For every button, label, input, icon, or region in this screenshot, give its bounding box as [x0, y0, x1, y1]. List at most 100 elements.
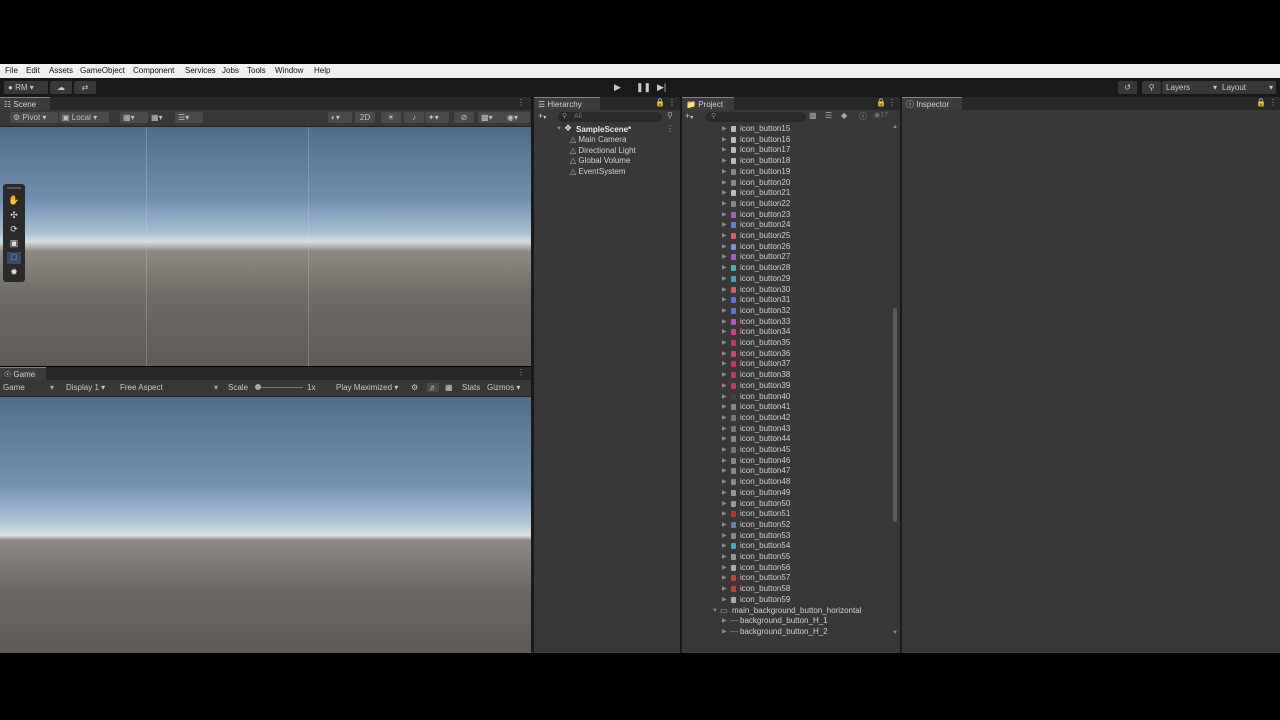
tab-game[interactable]: ☉ Game [0, 367, 46, 381]
chevron-right-icon[interactable]: ▶ [722, 424, 727, 435]
menu-help[interactable]: Help [314, 66, 330, 75]
chevron-right-icon[interactable]: ▶ [722, 381, 727, 392]
stats-button[interactable]: Stats [462, 383, 480, 392]
chevron-right-icon[interactable]: ▶ [722, 595, 727, 606]
gizmos-dropdown[interactable]: Gizmos ▾ [487, 383, 520, 392]
effects-dropdown[interactable]: ✦▾ [425, 112, 449, 123]
search-button[interactable]: ⚲ [1142, 81, 1161, 94]
more-options-icon[interactable]: ⋮ [888, 98, 896, 107]
transform-tool[interactable]: ✹ [7, 267, 21, 279]
chevron-right-icon[interactable]: ▶ [722, 167, 727, 178]
tab-inspector[interactable]: ⓘ Inspector [902, 97, 962, 111]
grid-snap-button[interactable]: ▦▾ [120, 112, 148, 123]
chevron-right-icon[interactable]: ▶ [722, 509, 727, 520]
chevron-right-icon[interactable]: ▶ [722, 242, 727, 253]
step-button[interactable]: ▶| [657, 81, 666, 94]
chevron-right-icon[interactable]: ▶ [722, 188, 727, 199]
more-options-icon[interactable]: ⋮ [666, 124, 674, 133]
chevron-right-icon[interactable]: ▶ [722, 359, 727, 370]
scene-root-row[interactable]: ▼ ❖ SampleScene* ⋮ [556, 123, 680, 135]
search-by-label-icon[interactable]: ☰ [825, 111, 832, 120]
chevron-right-icon[interactable]: ▶ [722, 466, 727, 477]
chevron-right-icon[interactable]: ▶ [722, 616, 727, 627]
chevron-right-icon[interactable]: ▶ [722, 338, 727, 349]
chevron-right-icon[interactable]: ▶ [722, 295, 727, 306]
more-options-icon[interactable]: ⋮ [1269, 98, 1277, 107]
menu-services[interactable]: Services [185, 66, 216, 75]
menu-component[interactable]: Component [133, 66, 174, 75]
frame-debugger-button[interactable]: ♬ [427, 383, 439, 392]
increment-snap-button[interactable]: ☰▾ [175, 112, 203, 123]
scale-tool[interactable]: ▣ [7, 238, 21, 250]
hierarchy-item[interactable]: △ Main Camera [570, 135, 626, 146]
chevron-right-icon[interactable]: ▶ [722, 199, 727, 210]
chevron-right-icon[interactable]: ▶ [722, 231, 727, 242]
lock-icon[interactable]: 🔒 [876, 98, 886, 107]
pivot-dropdown[interactable]: ⚙ Pivot ▾ [10, 112, 58, 123]
hierarchy-search[interactable]: ⚲ All [558, 112, 662, 122]
scrollbar-thumb[interactable] [893, 308, 897, 522]
more-options-icon[interactable]: ⋮ [668, 98, 676, 107]
menu-file[interactable]: File [5, 66, 18, 75]
chevron-right-icon[interactable]: ▶ [722, 349, 727, 360]
chevron-right-icon[interactable]: ▶ [722, 584, 727, 595]
chevron-right-icon[interactable]: ▶ [722, 252, 727, 263]
visibility-toggle[interactable]: ⊘ [454, 112, 474, 123]
chevron-right-icon[interactable]: ▶ [722, 392, 727, 403]
camera-dropdown[interactable]: ▩▾ [478, 112, 504, 123]
scene-viewport[interactable] [0, 127, 531, 366]
chevron-right-icon[interactable]: ▶ [722, 263, 727, 274]
chevron-right-icon[interactable]: ▶ [722, 156, 727, 167]
chevron-right-icon[interactable]: ▶ [722, 124, 727, 135]
mute-audio-button[interactable]: ⚙ [411, 383, 418, 392]
search-by-type-icon[interactable]: ▩ [809, 111, 817, 120]
menu-assets[interactable]: Assets [49, 66, 73, 75]
play-button[interactable]: ▶ [614, 81, 621, 94]
chevron-right-icon[interactable]: ▶ [722, 145, 727, 156]
info-icon[interactable]: ⓘ [859, 111, 867, 122]
project-scrollbar[interactable]: ▲ ▼ [891, 124, 899, 638]
hierarchy-item[interactable]: △ Global Volume [570, 156, 630, 167]
audio-toggle[interactable]: ♪ [404, 112, 424, 123]
menu-jobs[interactable]: Jobs [222, 66, 239, 75]
chevron-right-icon[interactable]: ▶ [722, 456, 727, 467]
keyboard-button[interactable]: ▦ [445, 383, 453, 392]
game-view-dropdown[interactable]: Game [3, 383, 25, 392]
chevron-right-icon[interactable]: ▶ [722, 541, 727, 552]
layers-dropdown[interactable]: Layers ▾ [1162, 81, 1220, 94]
chevron-right-icon[interactable]: ▶ [722, 306, 727, 317]
chevron-right-icon[interactable]: ▶ [722, 135, 727, 146]
chevron-right-icon[interactable]: ▶ [722, 552, 727, 563]
chevron-down-icon[interactable]: ▼ [556, 126, 562, 132]
chevron-right-icon[interactable]: ▶ [722, 563, 727, 574]
chevron-right-icon[interactable]: ▶ [722, 370, 727, 381]
scale-slider-thumb[interactable] [255, 384, 261, 390]
chevron-right-icon[interactable]: ▶ [722, 520, 727, 531]
scroll-down-icon[interactable]: ▼ [892, 630, 898, 636]
chevron-right-icon[interactable]: ▶ [722, 402, 727, 413]
chevron-right-icon[interactable]: ▶ [722, 531, 727, 542]
menu-edit[interactable]: Edit [26, 66, 40, 75]
chevron-right-icon[interactable]: ▶ [722, 317, 727, 328]
chevron-right-icon[interactable]: ▶ [722, 627, 727, 638]
chevron-right-icon[interactable]: ▶ [722, 327, 727, 338]
hierarchy-item[interactable]: △ Directional Light [570, 146, 636, 157]
chevron-right-icon[interactable]: ▶ [722, 178, 727, 189]
project-search[interactable]: ⚲ [706, 112, 806, 122]
game-viewport[interactable] [0, 397, 531, 653]
chevron-right-icon[interactable]: ▶ [722, 477, 727, 488]
chevron-right-icon[interactable]: ▶ [722, 413, 727, 424]
chevron-right-icon[interactable]: ▶ [722, 499, 727, 510]
grid-settings-button[interactable]: ▦▾ [148, 112, 176, 123]
hand-tool[interactable]: ✋ [7, 195, 21, 207]
gizmos-dropdown[interactable]: ◉▾ [504, 112, 530, 123]
rotate-tool[interactable]: ⟳ [7, 224, 21, 236]
menu-tools[interactable]: Tools [247, 66, 266, 75]
chevron-right-icon[interactable]: ▶ [722, 274, 727, 285]
scene-filter-icon[interactable]: ⚲ [667, 111, 673, 120]
menu-window[interactable]: Window [275, 66, 303, 75]
chevron-right-icon[interactable]: ▶ [722, 434, 727, 445]
lock-icon[interactable]: 🔒 [655, 98, 665, 107]
pause-button[interactable]: ❚❚ [636, 81, 651, 94]
local-dropdown[interactable]: ▣ Local ▾ [59, 112, 109, 123]
